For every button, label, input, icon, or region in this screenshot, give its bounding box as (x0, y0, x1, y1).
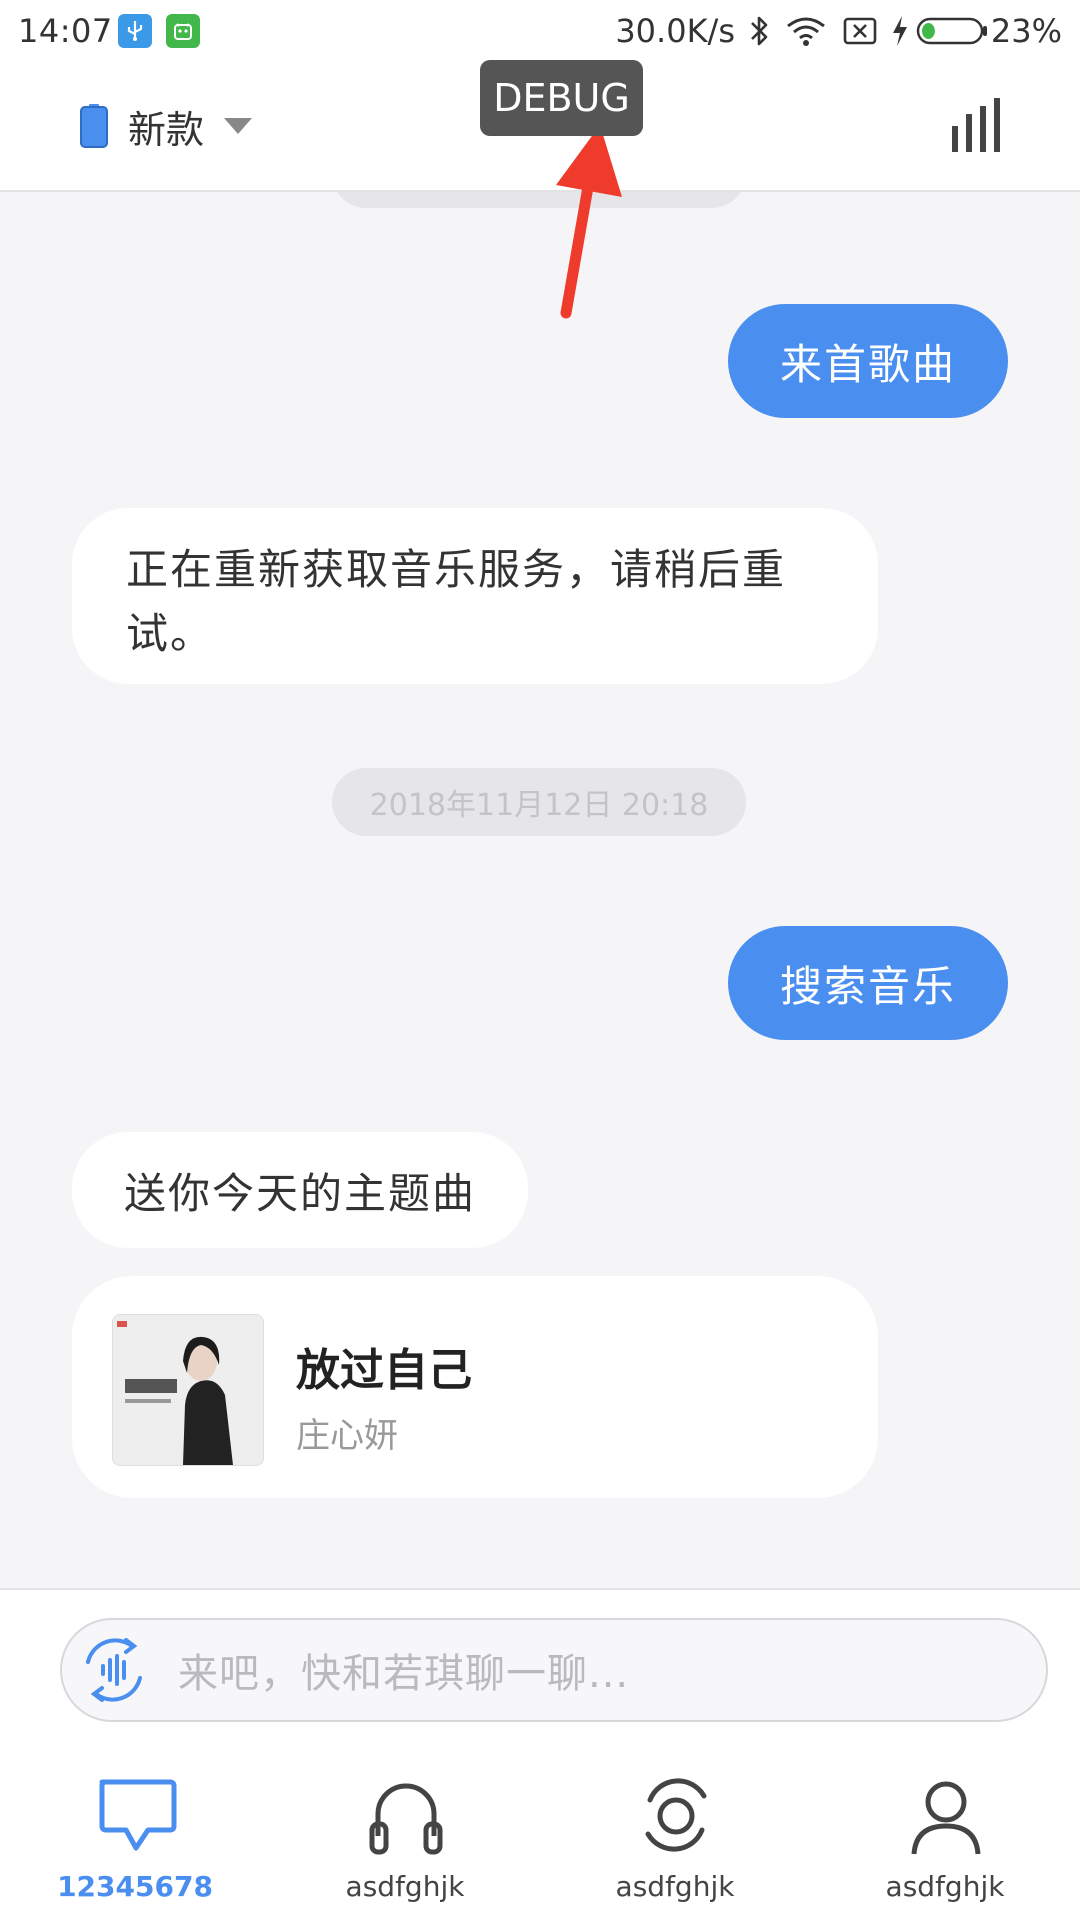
charging-icon (893, 16, 907, 46)
song-title: 放过自己 (296, 1345, 472, 1396)
song-artist: 庄心妍 (296, 1416, 398, 1456)
sim-off-icon (843, 17, 877, 45)
bottom-nav: 12345678 asdfghjk asdfghjk asdfghjk (0, 1748, 1080, 1920)
bot-message[interactable]: 正在重新获取音乐服务，请稍后重试。 (72, 508, 878, 684)
speaker-icon (645, 1778, 707, 1852)
input-placeholder: 来吧，快和若琪聊一聊... (178, 1651, 630, 1697)
signal-bars-icon[interactable] (950, 96, 1010, 154)
bluetooth-icon (751, 16, 768, 46)
battery-percent: 23% (990, 12, 1062, 50)
status-bar: 14:07 30.0K/s 23% (0, 0, 1080, 62)
nav-label: asdfghjk (615, 1870, 735, 1903)
nav-item-device[interactable]: asdfghjk (540, 1748, 810, 1920)
usb-icon (118, 14, 152, 48)
user-message[interactable]: 搜索音乐 (727, 926, 1008, 1040)
wifi-icon (787, 17, 825, 46)
device-icon (80, 104, 108, 148)
headphones-icon (369, 1783, 443, 1855)
network-speed: 30.0K/s (615, 12, 735, 50)
timestamp-pill: 2018年11月12日 20:18 (332, 768, 746, 836)
chat-icon (99, 1779, 177, 1851)
input-area: 来吧，快和若琪聊一聊... (0, 1588, 1080, 1750)
music-card[interactable]: 放过自己 庄心妍 (72, 1276, 878, 1498)
nav-label: asdfghjk (345, 1870, 465, 1903)
annotation-arrow-icon (556, 125, 622, 319)
chat-input[interactable]: 来吧，快和若琪聊一聊... (60, 1618, 1048, 1722)
chevron-down-icon (224, 118, 253, 134)
nav-item-chat[interactable]: 12345678 (0, 1748, 270, 1920)
nav-item-music[interactable]: asdfghjk (270, 1748, 540, 1920)
bot-message[interactable]: 送你今天的主题曲 (72, 1132, 529, 1248)
album-cover (112, 1314, 264, 1466)
timestamp-pill (332, 192, 746, 208)
debug-badge: DEBUG (480, 60, 643, 136)
voice-input-icon[interactable] (76, 1632, 152, 1708)
status-time: 14:07 (18, 12, 113, 50)
device-label: 新款 (128, 107, 205, 152)
android-icon (166, 14, 200, 48)
app-screen: 14:07 30.0K/s 23% 新款 DEBUG 来首歌曲 正在重新获取音乐… (0, 0, 1080, 1920)
nav-label: 12345678 (57, 1870, 213, 1903)
nav-item-profile[interactable]: asdfghjk (810, 1748, 1080, 1920)
chat-list[interactable]: 来首歌曲 正在重新获取音乐服务，请稍后重试。 2018年11月12日 20:18… (0, 192, 1080, 1588)
battery-icon (916, 17, 987, 45)
nav-label: asdfghjk (885, 1870, 1005, 1903)
device-selector[interactable]: 新款 (80, 98, 253, 154)
user-icon (911, 1781, 981, 1855)
user-message[interactable]: 来首歌曲 (727, 304, 1008, 418)
